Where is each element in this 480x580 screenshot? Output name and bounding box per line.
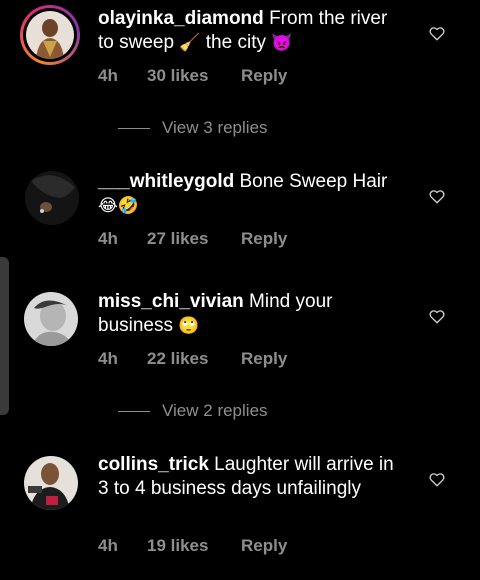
comment-meta: 4h 22 likes Reply [98, 349, 287, 369]
like-count[interactable]: 27 likes [147, 229, 241, 249]
heart-outline-icon[interactable] [428, 187, 446, 205]
view-replies-label: View 2 replies [162, 401, 268, 420]
comment-text: miss_chi_vivian Mind your business 🙄 [98, 290, 388, 338]
comment-username[interactable]: ___whitleygold [98, 171, 234, 192]
comment-username[interactable]: collins_trick [98, 454, 209, 475]
comment-time: 4h [98, 229, 118, 248]
comment-time: 4h [98, 349, 118, 368]
reply-button[interactable]: Reply [241, 536, 287, 556]
comment-body-continued: the city [205, 32, 266, 53]
comment-text: olayinka_diamond From the river to sweep… [98, 7, 398, 55]
reply-button[interactable]: Reply [241, 349, 287, 369]
comment-text: collins_trick Laughter will arrive in 3 … [98, 453, 398, 501]
avatar[interactable] [20, 5, 80, 65]
comment-username[interactable]: olayinka_diamond [98, 8, 264, 29]
like-count[interactable]: 22 likes [147, 349, 241, 369]
view-replies-button[interactable]: View 3 replies [118, 118, 268, 138]
scroll-handle[interactable] [0, 257, 9, 415]
laughing-emoji: 😂🤣 [98, 196, 140, 216]
reply-button[interactable]: Reply [241, 66, 287, 86]
comment-body: Bone Sweep Hair [239, 171, 388, 192]
eye-roll-emoji: 🙄 [178, 316, 200, 336]
broom-emoji: 🧹 [179, 33, 201, 53]
view-replies-label: View 3 replies [162, 118, 268, 137]
comment-meta: 4h 19 likes Reply [98, 536, 287, 556]
avatar[interactable] [25, 171, 79, 225]
divider-line [118, 128, 150, 130]
heart-outline-icon[interactable] [428, 470, 446, 488]
comment-time: 4h [98, 66, 118, 85]
like-count[interactable]: 30 likes [147, 66, 241, 86]
heart-outline-icon[interactable] [428, 24, 446, 42]
comment-meta: 4h 30 likes Reply [98, 66, 287, 86]
view-replies-button[interactable]: View 2 replies [118, 401, 268, 421]
comment-meta: 4h 27 likes Reply [98, 229, 287, 249]
divider-line [118, 411, 150, 413]
angry-devil-emoji: 👿 [271, 33, 293, 53]
avatar[interactable] [24, 456, 78, 510]
heart-outline-icon[interactable] [428, 307, 446, 325]
comment-username[interactable]: miss_chi_vivian [98, 291, 244, 312]
reply-button[interactable]: Reply [241, 229, 287, 249]
comment-text: ___whitleygold Bone Sweep Hair 😂🤣 [98, 170, 398, 218]
like-count[interactable]: 19 likes [147, 536, 241, 556]
comment-time: 4h [98, 536, 118, 555]
avatar[interactable] [24, 292, 78, 346]
